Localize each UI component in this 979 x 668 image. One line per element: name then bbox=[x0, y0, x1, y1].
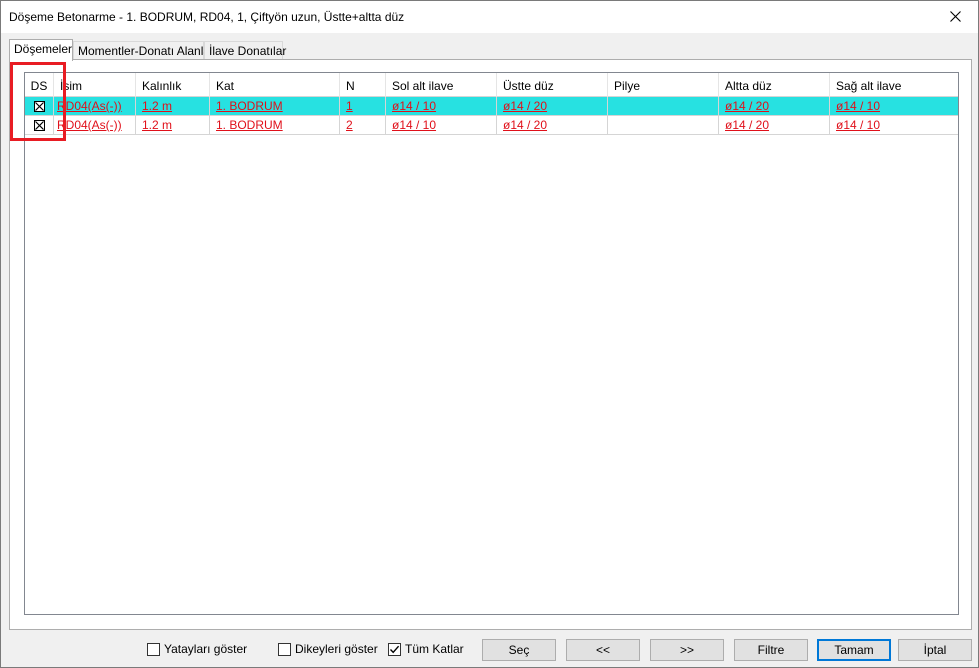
cell-pilye[interactable] bbox=[608, 97, 719, 115]
column-header-n[interactable]: N bbox=[340, 73, 386, 97]
slab-grid[interactable]: DS İsim Kalınlık Kat N Sol alt ilave Üst… bbox=[24, 72, 959, 615]
column-header-sag-alt-ilave[interactable]: Sağ alt ilave bbox=[830, 73, 958, 97]
cell-kalinlik[interactable]: 1.2 m bbox=[136, 97, 210, 115]
dialog-window: Döşeme Betonarme - 1. BODRUM, RD04, 1, Ç… bbox=[0, 0, 979, 668]
column-header-sol-alt-ilave[interactable]: Sol alt ilave bbox=[386, 73, 497, 97]
table-row[interactable]: RD04(As(-)) 1.2 m 1. BODRUM 1 ø14 / 10 ø… bbox=[25, 97, 958, 116]
tum-katlar-label: Tüm Katlar bbox=[405, 642, 464, 656]
cell-altta-duz[interactable]: ø14 / 20 bbox=[719, 116, 830, 134]
cell-sol-alt-ilave[interactable]: ø14 / 10 bbox=[386, 116, 497, 134]
cell-pilye[interactable] bbox=[608, 116, 719, 134]
tab-momentler-label: Momentler-Donatı Alanları bbox=[78, 44, 218, 58]
checkbox-unchecked-icon bbox=[147, 642, 160, 656]
tab-ilave-donatilar[interactable]: İlave Donatılar bbox=[204, 41, 287, 60]
column-header-kat[interactable]: Kat bbox=[210, 73, 340, 97]
cell-kalinlik[interactable]: 1.2 m bbox=[136, 116, 210, 134]
tamam-button[interactable]: Tamam bbox=[817, 639, 891, 661]
next-button[interactable]: >> bbox=[650, 639, 724, 661]
checkbox-checked-icon bbox=[33, 119, 45, 131]
sec-button[interactable]: Seç bbox=[482, 639, 556, 661]
ds-checkbox[interactable] bbox=[25, 116, 54, 134]
yataylari-goster-checkbox[interactable]: Yatayları göster bbox=[147, 642, 247, 656]
cell-n[interactable]: 1 bbox=[340, 97, 386, 115]
tab-ilave-label: İlave Donatılar bbox=[209, 44, 287, 58]
ds-checkbox[interactable] bbox=[25, 97, 54, 115]
close-button[interactable] bbox=[932, 1, 978, 31]
cell-sag-alt-ilave[interactable]: ø14 / 10 bbox=[830, 97, 958, 115]
column-header-isim[interactable]: İsim bbox=[54, 73, 136, 97]
cell-ustte-duz[interactable]: ø14 / 20 bbox=[497, 116, 608, 134]
tab-dosemeler-label: Döşemeler bbox=[14, 42, 73, 56]
tab-momentler-donati-alanlari[interactable]: Momentler-Donatı Alanları bbox=[73, 41, 217, 60]
cell-n[interactable]: 2 bbox=[340, 116, 386, 134]
filtre-button[interactable]: Filtre bbox=[734, 639, 808, 661]
grid-header: DS İsim Kalınlık Kat N Sol alt ilave Üst… bbox=[25, 73, 958, 97]
tab-panel-dosemeler: DS İsim Kalınlık Kat N Sol alt ilave Üst… bbox=[9, 59, 972, 630]
bottom-action-bar: Yatayları göster Dikeyleri göster Tüm Ka… bbox=[1, 637, 978, 663]
table-row[interactable]: RD04(As(-)) 1.2 m 1. BODRUM 2 ø14 / 10 ø… bbox=[25, 116, 958, 135]
window-title: Döşeme Betonarme - 1. BODRUM, RD04, 1, Ç… bbox=[9, 10, 405, 24]
dikeyleri-goster-label: Dikeyleri göster bbox=[295, 642, 378, 656]
column-header-altta-duz[interactable]: Altta düz bbox=[719, 73, 830, 97]
column-header-ustte-duz[interactable]: Üstte düz bbox=[497, 73, 608, 97]
tab-dosemeler[interactable]: Döşemeler bbox=[9, 39, 73, 61]
column-header-kalinlik[interactable]: Kalınlık bbox=[136, 73, 210, 97]
cell-kat[interactable]: 1. BODRUM bbox=[210, 116, 340, 134]
previous-button[interactable]: << bbox=[566, 639, 640, 661]
yataylari-goster-label: Yatayları göster bbox=[164, 642, 248, 656]
cell-ustte-duz[interactable]: ø14 / 20 bbox=[497, 97, 608, 115]
cell-isim[interactable]: RD04(As(-)) bbox=[54, 97, 136, 115]
cell-sag-alt-ilave[interactable]: ø14 / 10 bbox=[830, 116, 958, 134]
column-header-pilye[interactable]: Pilye bbox=[608, 73, 719, 97]
checkmark-icon bbox=[388, 642, 401, 656]
column-header-ds[interactable]: DS bbox=[25, 73, 54, 97]
iptal-button[interactable]: İptal bbox=[898, 639, 972, 661]
title-bar[interactable]: Döşeme Betonarme - 1. BODRUM, RD04, 1, Ç… bbox=[1, 1, 978, 33]
cell-isim[interactable]: RD04(As(-)) bbox=[54, 116, 136, 134]
close-icon bbox=[949, 10, 961, 22]
cell-kat[interactable]: 1. BODRUM bbox=[210, 97, 340, 115]
checkbox-unchecked-icon bbox=[278, 642, 291, 656]
cell-altta-duz[interactable]: ø14 / 20 bbox=[719, 97, 830, 115]
checkbox-checked-icon bbox=[33, 100, 45, 112]
tum-katlar-checkbox[interactable]: Tüm Katlar bbox=[388, 642, 464, 656]
dikeyleri-goster-checkbox[interactable]: Dikeyleri göster bbox=[278, 642, 378, 656]
cell-sol-alt-ilave[interactable]: ø14 / 10 bbox=[386, 97, 497, 115]
